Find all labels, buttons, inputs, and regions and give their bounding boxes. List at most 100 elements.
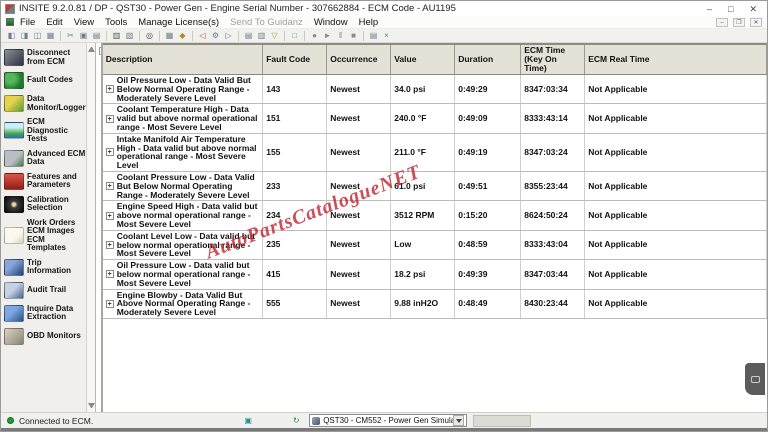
screen-capture-badge[interactable]	[745, 363, 765, 395]
table-row[interactable]: +Coolant Pressure Low - Data Valid But B…	[103, 171, 767, 200]
key-icon[interactable]: ◆	[177, 30, 188, 41]
log-icon[interactable]: ▤	[368, 30, 379, 41]
chevron-down-icon[interactable]	[453, 415, 464, 426]
expand-icon[interactable]: +	[106, 148, 114, 156]
insite-window: INSITE 9.2.0.81 / DP - QST30 - Power Gen…	[0, 0, 768, 432]
child-close-button[interactable]: ✕	[750, 18, 762, 27]
sidebar-item-disconnect-from-ecm[interactable]: Disconnect from ECM	[4, 49, 86, 66]
ecm-real-time: Not Applicable	[585, 260, 767, 289]
workspace-icon[interactable]: ▦	[45, 30, 56, 41]
new-window-icon[interactable]: □	[289, 30, 300, 41]
connect-icon[interactable]: ◧	[6, 30, 17, 41]
col-description[interactable]: Description	[103, 44, 263, 75]
print-preview-icon[interactable]: ▧	[124, 30, 135, 41]
filter-icon[interactable]: ▽	[269, 30, 280, 41]
menu-window[interactable]: Window	[314, 17, 348, 28]
sidebar-item-work-orders[interactable]: Work Orders ECM Images ECM Templates	[4, 219, 86, 253]
sidebar-item-fault-codes[interactable]: Fault Codes	[4, 72, 86, 89]
expand-icon[interactable]: +	[106, 115, 114, 123]
duration: 0:48:49	[455, 289, 521, 318]
menu-file[interactable]: File	[20, 17, 35, 28]
pause-icon[interactable]: ‖	[335, 30, 346, 41]
audit-trail-icon	[4, 282, 24, 299]
import-icon[interactable]: ▥	[256, 30, 267, 41]
calendar-icon[interactable]: ▦	[164, 30, 175, 41]
menu-edit[interactable]: Edit	[46, 17, 62, 28]
menu-view[interactable]: View	[74, 17, 94, 28]
sidebar-item-ecm-diagnostic-tests[interactable]: ECM Diagnostic Tests	[4, 118, 86, 144]
value: Low	[391, 230, 455, 259]
simulator-dropdown[interactable]: QST30 - CM552 - Power Gen Simulator	[309, 414, 467, 427]
sidebar-scrollbar[interactable]	[86, 43, 95, 412]
value: 61.0 psi	[391, 171, 455, 200]
table-row[interactable]: +Oil Pressure Low - Data valid but below…	[103, 260, 767, 289]
main-area: Disconnect from ECM Fault Codes Data Mon…	[1, 43, 767, 412]
stop-icon[interactable]: ■	[348, 30, 359, 41]
occurrence: Newest	[327, 104, 391, 133]
value: 9.88 inH2O	[391, 289, 455, 318]
expand-icon[interactable]: +	[106, 85, 114, 93]
scroll-down-icon[interactable]	[88, 403, 95, 410]
col-occurrence[interactable]: Occurrence	[327, 44, 391, 75]
close-button[interactable]: ✕	[749, 4, 757, 14]
duration: 0:49:39	[455, 260, 521, 289]
col-duration[interactable]: Duration	[455, 44, 521, 75]
disconnect-toolbar-icon[interactable]: ◨	[19, 30, 30, 41]
col-value[interactable]: Value	[391, 44, 455, 75]
export-icon[interactable]: ▤	[243, 30, 254, 41]
ecm-real-time: Not Applicable	[585, 230, 767, 259]
child-minimize-button[interactable]: –	[716, 18, 728, 27]
scroll-up-icon[interactable]	[88, 45, 95, 52]
child-restore-button[interactable]: ❐	[733, 18, 745, 27]
occurrence: Newest	[327, 171, 391, 200]
expand-icon[interactable]: +	[106, 241, 114, 249]
menu-help[interactable]: Help	[359, 17, 379, 28]
expand-icon[interactable]: +	[106, 182, 114, 190]
paste-icon[interactable]: ▤	[91, 30, 102, 41]
ecm-real-time: Not Applicable	[585, 75, 767, 104]
table-row[interactable]: +Coolant Level Low - Data valid but belo…	[103, 230, 767, 259]
maximize-button[interactable]: □	[728, 4, 733, 14]
sidebar-item-data-monitor-logger[interactable]: Data Monitor/Logger	[4, 95, 86, 112]
sidebar-item-advanced-ecm-data[interactable]: Advanced ECM Data	[4, 150, 86, 167]
table-row[interactable]: +Intake Manifold Air Temperature High - …	[103, 133, 767, 171]
reset-ecm-icon[interactable]: ◫	[32, 30, 43, 41]
menu-tools[interactable]: Tools	[105, 17, 127, 28]
col-ecm-time[interactable]: ECM Time (Key On Time)	[521, 44, 585, 75]
delete-icon[interactable]: ×	[381, 30, 392, 41]
expand-icon[interactable]: +	[106, 212, 114, 220]
play-icon[interactable]: ►	[322, 30, 333, 41]
col-ecm-real-time[interactable]: ECM Real Time	[585, 44, 767, 75]
child-window-icon[interactable]	[6, 18, 14, 26]
sidebar-item-features-and-parameters[interactable]: Features and Parameters	[4, 173, 86, 190]
sidebar-item-calibration-selection[interactable]: Calibration Selection	[4, 196, 86, 213]
ecm-time: 8624:50:24	[521, 201, 585, 230]
ecm-time: 8347:03:44	[521, 260, 585, 289]
sidebar-item-inquire-data-extraction[interactable]: Inquire Data Extraction	[4, 305, 86, 322]
table-row[interactable]: +Engine Blowby - Data Valid But Above No…	[103, 289, 767, 318]
announce-icon[interactable]: ◁	[197, 30, 208, 41]
ecm-time: 8333:43:04	[521, 230, 585, 259]
minimize-button[interactable]: –	[707, 4, 712, 14]
sidebar-item-audit-trail[interactable]: Audit Trail	[4, 282, 86, 299]
col-fault-code[interactable]: Fault Code	[263, 44, 327, 75]
cut-icon[interactable]: ✂	[65, 30, 76, 41]
ecm-time: 8333:43:14	[521, 104, 585, 133]
menu-manage-licenses[interactable]: Manage License(s)	[138, 17, 219, 28]
record-icon[interactable]: ●	[309, 30, 320, 41]
sidebar-item-obd-monitors[interactable]: OBD Monitors	[4, 328, 86, 345]
search-icon[interactable]: ◎	[144, 30, 155, 41]
expand-icon[interactable]: +	[106, 270, 114, 278]
sidebar-item-trip-information[interactable]: Trip Information	[4, 259, 86, 276]
copy-icon[interactable]: ▣	[78, 30, 89, 41]
expand-icon[interactable]: +	[106, 300, 114, 308]
table-row[interactable]: +Coolant Temperature High - Data valid b…	[103, 104, 767, 133]
table-row[interactable]: +Oil Pressure Low - Data Valid But Below…	[103, 75, 767, 104]
send-icon[interactable]: ▷	[223, 30, 234, 41]
table-row[interactable]: +Engine Speed High - Data valid but abov…	[103, 201, 767, 230]
menu-bar: File Edit View Tools Manage License(s) S…	[1, 16, 767, 29]
settings-icon[interactable]: ⚙	[210, 30, 221, 41]
print-icon[interactable]: ▥	[111, 30, 122, 41]
data-monitor-icon	[4, 95, 24, 112]
fault-description: Coolant Temperature High - Data valid bu…	[117, 105, 260, 131]
